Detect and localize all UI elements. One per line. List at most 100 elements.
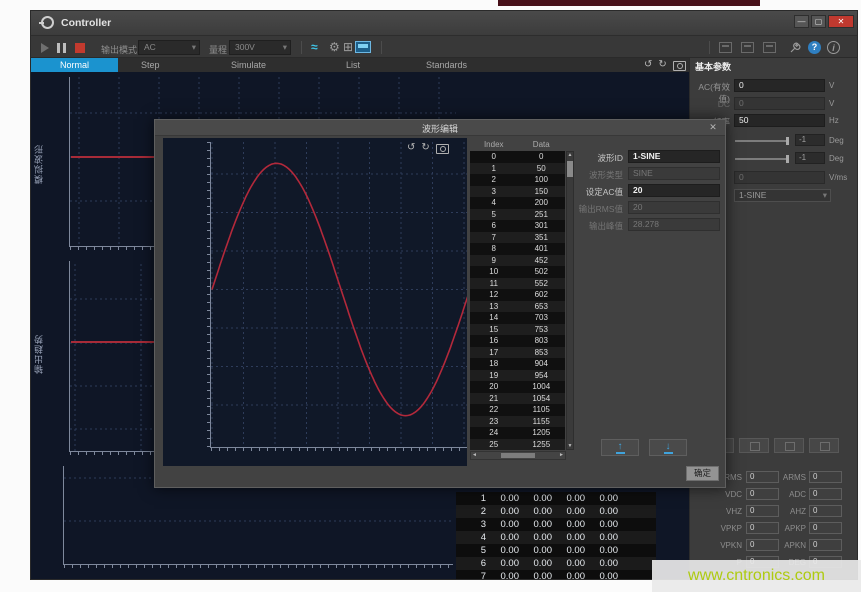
table-row[interactable]: 19 954 bbox=[470, 370, 565, 382]
table-row[interactable]: 1 0.00 0.00 0.00 0.00 bbox=[456, 492, 656, 505]
table-row[interactable]: 4 0.00 0.00 0.00 0.00 bbox=[456, 531, 656, 544]
redo-zoom-icon[interactable]: ↻ bbox=[658, 59, 666, 71]
table-row[interactable]: 16 803 bbox=[470, 335, 565, 347]
panel-tool-button-4[interactable] bbox=[809, 438, 839, 453]
trend-chart-ylabel: 输出趋势 bbox=[32, 294, 45, 374]
index-cell: 22 bbox=[470, 404, 518, 416]
field-row: 输出峰值 28.278 bbox=[573, 218, 723, 232]
export-icon[interactable] bbox=[741, 42, 754, 53]
table-row[interactable]: 14 703 bbox=[470, 312, 565, 324]
snapshot-icon[interactable] bbox=[673, 61, 686, 71]
table-row[interactable]: 6 0.00 0.00 0.00 0.00 bbox=[456, 557, 656, 570]
horizontal-scrollbar[interactable]: ◄ ► bbox=[470, 451, 566, 460]
table-row[interactable]: 1 50 bbox=[470, 163, 565, 175]
dc-value-input[interactable]: 0 bbox=[734, 97, 825, 110]
tab-simulate[interactable]: Simulate bbox=[231, 58, 266, 72]
tab-normal[interactable]: Normal bbox=[31, 58, 118, 72]
field-label: 输出峰值 bbox=[573, 220, 623, 232]
play-icon[interactable] bbox=[41, 43, 49, 53]
download-button[interactable]: ↓ bbox=[649, 439, 687, 456]
table-row[interactable]: 2 0.00 0.00 0.00 0.00 bbox=[456, 505, 656, 518]
table-row[interactable]: 8 401 bbox=[470, 243, 565, 255]
table-row[interactable]: 9 452 bbox=[470, 255, 565, 267]
table-row[interactable]: 6 301 bbox=[470, 220, 565, 232]
info-icon[interactable]: i bbox=[827, 41, 840, 54]
table-row[interactable]: 24 1205 bbox=[470, 427, 565, 439]
sine-wave-icon[interactable]: ≈ bbox=[311, 40, 318, 55]
field-value-input[interactable]: 20 bbox=[628, 184, 720, 197]
table-row[interactable]: 15 753 bbox=[470, 324, 565, 336]
import-icon[interactable] bbox=[719, 42, 732, 53]
data-cell: 452 bbox=[518, 255, 566, 267]
field-value-input[interactable]: 28.278 bbox=[628, 218, 720, 231]
frequency-input[interactable]: 50 bbox=[734, 114, 825, 127]
table-row[interactable]: 13 653 bbox=[470, 301, 565, 313]
tab-step[interactable]: Step bbox=[141, 58, 160, 72]
table-row[interactable]: 10 502 bbox=[470, 266, 565, 278]
table-row[interactable]: 18 904 bbox=[470, 358, 565, 370]
phase-on-value[interactable]: -1 bbox=[795, 134, 825, 146]
data-cell: 1205 bbox=[518, 427, 566, 439]
table-row[interactable]: 7 0.00 0.00 0.00 0.00 bbox=[456, 570, 656, 580]
table-row[interactable]: 23 1155 bbox=[470, 416, 565, 428]
chevron-down-icon: ▾ bbox=[283, 41, 287, 54]
pause-icon[interactable] bbox=[57, 43, 67, 53]
phase-off-value[interactable]: -1 bbox=[795, 152, 825, 164]
table-row[interactable]: 22 1105 bbox=[470, 404, 565, 416]
scrollbar-thumb[interactable] bbox=[501, 453, 535, 458]
ac-value-input[interactable]: 0 bbox=[734, 79, 825, 92]
table-row[interactable]: 21 1054 bbox=[470, 393, 565, 405]
measurement-row: VHZ 0 AHZ 0 bbox=[690, 505, 858, 518]
minimize-button[interactable]: — bbox=[794, 15, 809, 28]
cell: 0.00 bbox=[519, 518, 552, 531]
panel-tool-button-2[interactable] bbox=[739, 438, 769, 453]
stop-icon[interactable] bbox=[75, 43, 85, 53]
waveform-select[interactable]: 1-SINE ▾ bbox=[734, 189, 831, 202]
table-row[interactable]: 5 251 bbox=[470, 209, 565, 221]
tab-list[interactable]: List bbox=[346, 58, 360, 72]
range-select[interactable]: 300V ▾ bbox=[229, 40, 291, 55]
y-tick-label bbox=[31, 239, 67, 251]
table-row[interactable]: 11 552 bbox=[470, 278, 565, 290]
slider-thumb[interactable] bbox=[786, 137, 789, 145]
save-icon[interactable] bbox=[763, 42, 776, 53]
slew-input[interactable]: 0 bbox=[734, 171, 825, 184]
index-cell: 24 bbox=[470, 427, 518, 439]
table-row[interactable]: 3 150 bbox=[470, 186, 565, 198]
table-row[interactable]: 4 200 bbox=[470, 197, 565, 209]
table-row[interactable]: 17 853 bbox=[470, 347, 565, 359]
tab-standards[interactable]: Standards bbox=[426, 58, 467, 72]
table-row[interactable]: 3 0.00 0.00 0.00 0.00 bbox=[456, 518, 656, 531]
display-icon[interactable] bbox=[355, 41, 371, 53]
undo-zoom-icon[interactable]: ↺ bbox=[644, 59, 652, 71]
slider-thumb[interactable] bbox=[786, 155, 789, 163]
phase-on-slider[interactable] bbox=[735, 140, 787, 142]
field-value-input[interactable]: 20 bbox=[628, 201, 720, 214]
close-button[interactable]: ✕ bbox=[828, 15, 854, 28]
scroll-right-icon[interactable]: ► bbox=[559, 452, 564, 459]
table-row[interactable]: 12 602 bbox=[470, 289, 565, 301]
table-row[interactable]: 2 100 bbox=[470, 174, 565, 186]
index-cell: 14 bbox=[470, 312, 518, 324]
field-value-input[interactable]: SINE bbox=[628, 167, 720, 180]
phase-off-slider[interactable] bbox=[735, 158, 787, 160]
output-mode-select[interactable]: AC ▾ bbox=[138, 40, 200, 55]
table-row[interactable]: 7 351 bbox=[470, 232, 565, 244]
index-cell: 9 bbox=[470, 255, 518, 267]
grid-config-icon[interactable]: ⊞ bbox=[343, 40, 353, 55]
upload-button[interactable]: ↑ bbox=[601, 439, 639, 456]
panel-tool-button-3[interactable] bbox=[774, 438, 804, 453]
maximize-button[interactable]: ▢ bbox=[811, 15, 826, 28]
table-row[interactable]: 5 0.00 0.00 0.00 0.00 bbox=[456, 544, 656, 557]
scroll-left-icon[interactable]: ◄ bbox=[472, 452, 477, 459]
table-row[interactable]: 25 1255 bbox=[470, 439, 565, 451]
field-value-input[interactable]: 1-SINE bbox=[628, 150, 720, 163]
index-cell: 19 bbox=[470, 370, 518, 382]
wrench-icon[interactable] bbox=[789, 42, 801, 54]
measurement-label: APKN bbox=[778, 541, 806, 550]
gear-icon[interactable]: ⚙ bbox=[329, 40, 340, 55]
confirm-button[interactable]: 确定 bbox=[686, 466, 719, 481]
help-icon[interactable]: ? bbox=[808, 41, 821, 54]
table-row[interactable]: 20 1004 bbox=[470, 381, 565, 393]
table-row[interactable]: 0 0 bbox=[470, 151, 565, 163]
